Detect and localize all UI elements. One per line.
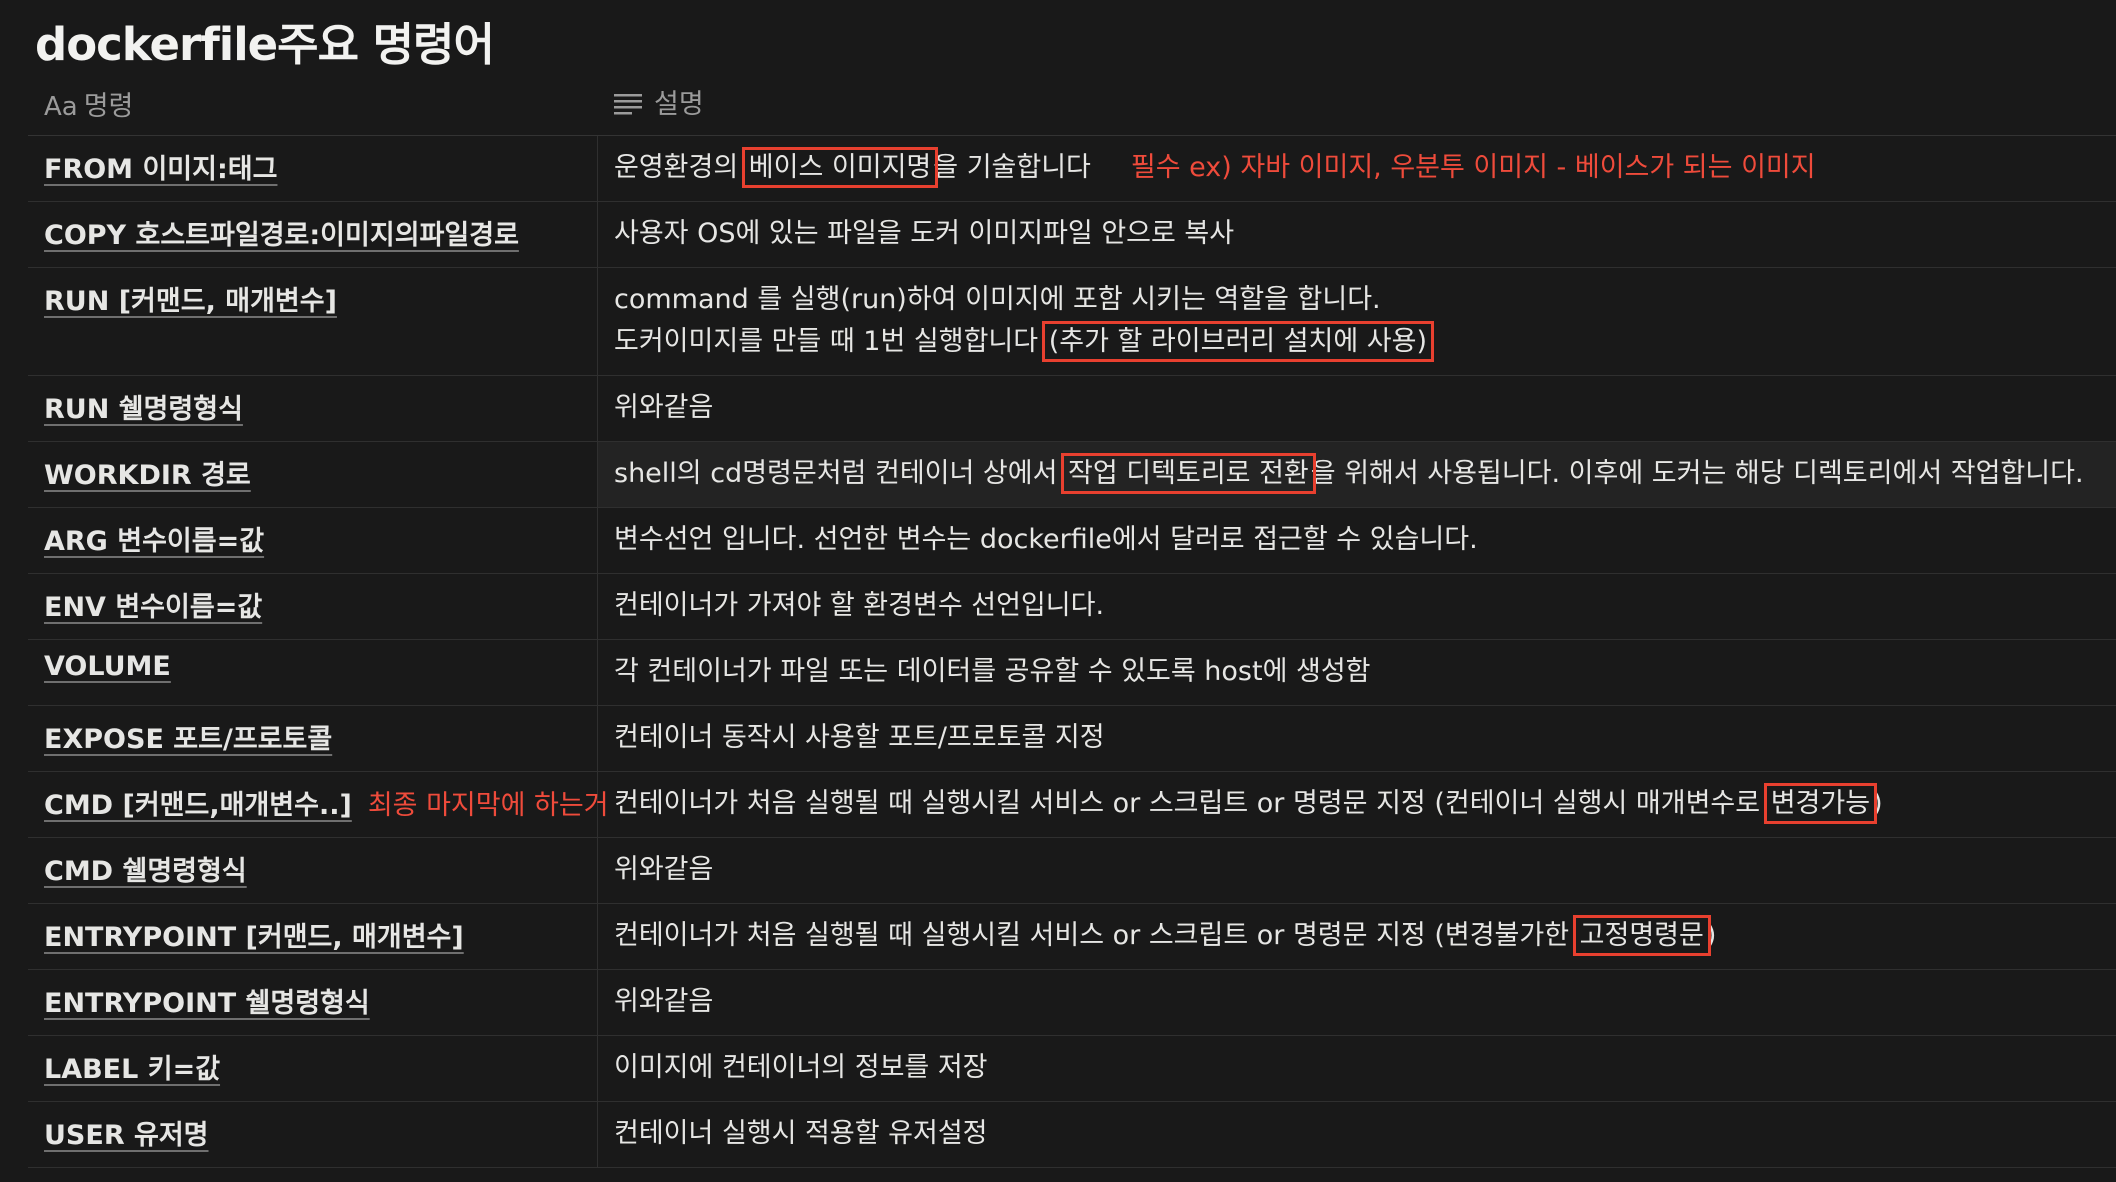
command-description[interactable]: 운영환경의 베이스 이미지명을 기술합니다 필수 ex) 자바 이미지, 우분투 … [598, 136, 2116, 201]
table-header: Aa 명령 설명 [28, 70, 2116, 136]
text-property-icon: Aa [44, 92, 78, 122]
table-row[interactable]: LABEL 키=값 이미지에 컨테이너의 정보를 저장 [28, 1036, 2116, 1102]
column-header-name-label: 명령 [83, 91, 134, 122]
command-description[interactable]: 컨테이너가 처음 실행될 때 실행시킬 서비스 or 스크립트 or 명령문 지… [598, 904, 2116, 969]
table-row[interactable]: RUN [커맨드, 매개변수] command 를 실행(run)하여 이미지에… [28, 268, 2116, 376]
table-row[interactable]: ARG 변수이름=값 변수선언 입니다. 선언한 변수는 dockerfile에… [28, 508, 2116, 574]
command-name[interactable]: WORKDIR 경로 [28, 442, 598, 507]
annotation-note: 필수 ex) 자바 이미지, 우분투 이미지 - 베이스가 되는 이미지 [1130, 152, 1816, 183]
table-row[interactable]: USER 유저명 컨테이너 실행시 적용할 유저설정 [28, 1102, 2116, 1168]
highlight-box: (추가 할 라이브러리 설치에 사용) [1041, 321, 1435, 362]
command-name[interactable]: VOLUME [28, 640, 598, 705]
description-line-1: command 를 실행(run)하여 이미지에 포함 시키는 역할을 합니다. [614, 284, 1381, 315]
table-row[interactable]: VOLUME 각 컨테이너가 파일 또는 데이터를 공유할 수 있도록 host… [28, 640, 2116, 706]
command-name[interactable]: ENTRYPOINT [커맨드, 매개변수] [28, 904, 598, 969]
command-name[interactable]: USER 유저명 [28, 1102, 598, 1167]
highlight-box: 작업 디텍토리로 전환 [1061, 453, 1316, 494]
command-description[interactable]: 위와같음 [598, 376, 2116, 441]
command-description[interactable]: command 를 실행(run)하여 이미지에 포함 시키는 역할을 합니다.… [598, 268, 2116, 375]
command-name[interactable]: ENV 변수이름=값 [28, 574, 598, 639]
annotation-note: 최종 마지막에 하는거 [367, 790, 609, 821]
command-name[interactable]: COPY 호스트파일경로:이미지의파일경로 [28, 202, 598, 267]
command-description[interactable]: 사용자 OS에 있는 파일을 도커 이미지파일 안으로 복사 [598, 202, 2116, 267]
command-description[interactable]: 컨테이너가 처음 실행될 때 실행시킬 서비스 or 스크립트 or 명령문 지… [598, 772, 2116, 837]
command-table: Aa 명령 설명 FROM 이미지:태그 운영환경의 베이스 이미지명을 기술합니… [28, 70, 2116, 1168]
command-description[interactable]: 위와같음 [598, 970, 2116, 1035]
table-row[interactable]: ENV 변수이름=값 컨테이너가 가져야 할 환경변수 선언입니다. [28, 574, 2116, 640]
command-name[interactable]: CMD [커맨드,매개변수..] 최종 마지막에 하는거 [28, 772, 609, 837]
table-row[interactable]: RUN 쉘명령형식 위와같음 [28, 376, 2116, 442]
command-name[interactable]: RUN [커맨드, 매개변수] [28, 268, 598, 375]
page-title: dockerfile주요 명령어 [35, 18, 495, 71]
command-name[interactable]: RUN 쉘명령형식 [28, 376, 598, 441]
table-row[interactable]: ENTRYPOINT 쉘명령형식 위와같음 [28, 970, 2116, 1036]
highlight-box: 변경가능 [1763, 783, 1878, 824]
highlight-box: 고정명령문 [1572, 915, 1711, 956]
command-description[interactable]: 컨테이너 실행시 적용할 유저설정 [598, 1102, 2116, 1167]
table-row[interactable]: COPY 호스트파일경로:이미지의파일경로 사용자 OS에 있는 파일을 도커 … [28, 202, 2116, 268]
column-header-name[interactable]: Aa 명령 [28, 70, 598, 135]
table-row[interactable]: WORKDIR 경로 shell의 cd명령문처럼 컨테이너 상에서 작업 디텍… [28, 442, 2116, 508]
command-description[interactable]: shell의 cd명령문처럼 컨테이너 상에서 작업 디텍토리로 전환을 위해서… [598, 442, 2116, 507]
column-header-desc-label: 설명 [654, 89, 704, 120]
command-name[interactable]: EXPOSE 포트/프로토콜 [28, 706, 598, 771]
command-description[interactable]: 컨테이너가 가져야 할 환경변수 선언입니다. [598, 574, 2116, 639]
command-name[interactable]: ARG 변수이름=값 [28, 508, 598, 573]
command-name[interactable]: LABEL 키=값 [28, 1036, 598, 1101]
text-lines-icon [614, 94, 642, 115]
highlight-box: 베이스 이미지명 [741, 147, 939, 188]
table-row[interactable]: EXPOSE 포트/프로토콜 컨테이너 동작시 사용할 포트/프로토콜 지정 [28, 706, 2116, 772]
description-line-2: 도커이미지를 만들 때 1번 실행합니다 (추가 할 라이브러리 설치에 사용) [614, 321, 1435, 362]
table-row[interactable]: CMD [커맨드,매개변수..] 최종 마지막에 하는거 컨테이너가 처음 실행될… [28, 772, 2116, 838]
command-name[interactable]: FROM 이미지:태그 [28, 136, 598, 201]
table-row[interactable]: ENTRYPOINT [커맨드, 매개변수] 컨테이너가 처음 실행될 때 실행… [28, 904, 2116, 970]
command-description[interactable]: 컨테이너 동작시 사용할 포트/프로토콜 지정 [598, 706, 2116, 771]
column-header-desc[interactable]: 설명 [598, 70, 2116, 135]
table-row[interactable]: CMD 쉘명령형식 위와같음 [28, 838, 2116, 904]
command-name[interactable]: CMD 쉘명령형식 [28, 838, 598, 903]
command-name[interactable]: ENTRYPOINT 쉘명령형식 [28, 970, 598, 1035]
command-description[interactable]: 이미지에 컨테이너의 정보를 저장 [598, 1036, 2116, 1101]
command-description[interactable]: 각 컨테이너가 파일 또는 데이터를 공유할 수 있도록 host에 생성함 [598, 640, 2116, 705]
command-description[interactable]: 변수선언 입니다. 선언한 변수는 dockerfile에서 달러로 접근할 수… [598, 508, 2116, 573]
table-row[interactable]: FROM 이미지:태그 운영환경의 베이스 이미지명을 기술합니다 필수 ex) … [28, 136, 2116, 202]
command-description[interactable]: 위와같음 [598, 838, 2116, 903]
